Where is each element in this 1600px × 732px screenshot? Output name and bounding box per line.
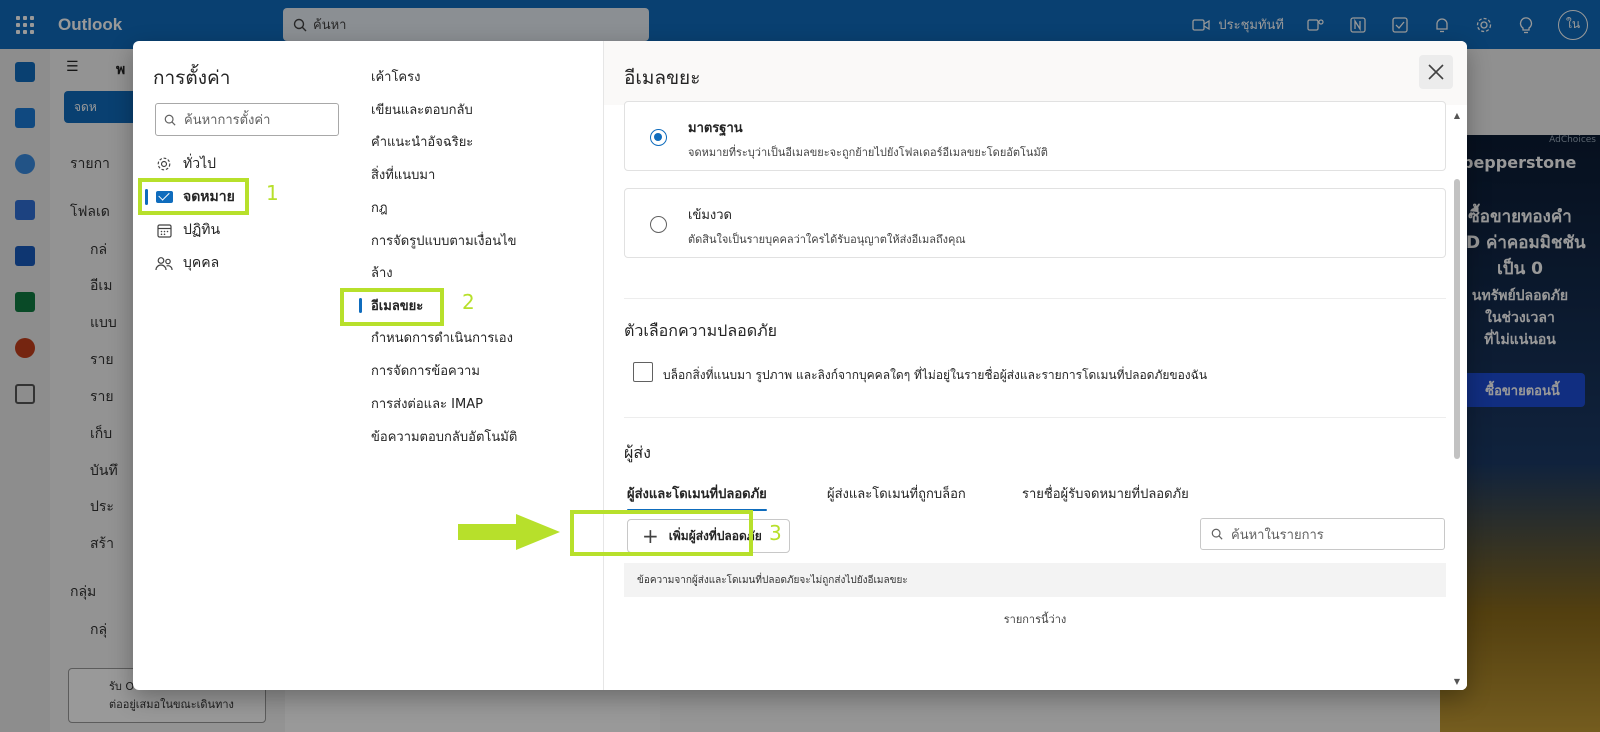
scroll-down-icon[interactable]: ▼	[1453, 677, 1461, 686]
divider	[624, 298, 1446, 299]
annotation-highlight-mail	[138, 178, 249, 215]
settings-dialog: การตั้งค่า ค้นหาการตั้งค่า ทั่วไป จดหมาย…	[133, 41, 1467, 690]
option-title: มาตรฐาน	[688, 121, 743, 136]
divider	[624, 417, 1446, 418]
category-label: ทั่วไป	[183, 156, 217, 172]
section-customize-actions[interactable]: กำหนดการดำเนินการเอง	[371, 325, 513, 349]
radio-strict[interactable]	[650, 216, 667, 233]
section-attachments[interactable]: สิ่งที่แนบมา	[371, 162, 435, 186]
section-layout[interactable]: เค้าโครง	[371, 64, 420, 88]
annotation-highlight-add-sender	[570, 510, 753, 556]
option-description: จดหมายที่ระบุว่าเป็นอีเมลขยะจะถูกย้ายไปย…	[688, 146, 1048, 159]
empty-list-text: รายการนี้ว่าง	[1003, 613, 1067, 626]
mail-sections: เค้าโครง เขียนและตอบกลับ คำแนะนำอัจฉริยะ…	[355, 41, 604, 690]
search-icon	[164, 114, 176, 126]
scroll-up-icon[interactable]: ▲	[1453, 111, 1461, 120]
scrollbar[interactable]: ▲ ▼	[1453, 111, 1461, 686]
close-button[interactable]	[1419, 55, 1453, 89]
tab-blocked-senders[interactable]: ผู้ส่งและโดเมนที่ถูกบล็อก	[827, 483, 966, 505]
filter-option-strict[interactable]: เข้มงวด ตัดสินใจเป็นรายบุคคลว่าใครได้รับ…	[624, 188, 1446, 258]
junk-email-panel: อีเมลขยะ มาตรฐาน จดหมายที่ระบุว่าเป็นอีเ…	[604, 41, 1467, 690]
annotation-highlight-junk	[340, 288, 444, 326]
tab-safe-senders[interactable]: ผู้ส่งและโดเมนที่ปลอดภัย	[627, 483, 767, 511]
filter-option-standard[interactable]: มาตรฐาน จดหมายที่ระบุว่าเป็นอีเมลขยะจะถู…	[624, 101, 1446, 171]
section-forwarding-imap[interactable]: การส่งต่อและ IMAP	[371, 391, 483, 415]
settings-categories: การตั้งค่า ค้นหาการตั้งค่า ทั่วไป จดหมาย…	[133, 41, 355, 690]
category-label: บุคคล	[183, 255, 220, 271]
section-message-handling[interactable]: การจัดการข้อความ	[371, 358, 480, 382]
radio-standard[interactable]	[650, 129, 667, 146]
panel-title: อีเมลขยะ	[624, 67, 701, 89]
section-sweep[interactable]: ล้าง	[371, 260, 393, 284]
settings-search-input[interactable]: ค้นหาการตั้งค่า	[155, 103, 339, 136]
panel-scroll-area[interactable]: มาตรฐาน จดหมายที่ระบุว่าเป็นอีเมลขยะจะถู…	[604, 101, 1467, 690]
annotation-arrow-icon	[458, 514, 560, 550]
senders-heading: ผู้ส่ง	[624, 443, 651, 462]
category-general[interactable]: ทั่วไป	[155, 149, 216, 179]
section-rules[interactable]: กฎ	[371, 195, 388, 219]
option-title: เข้มงวด	[688, 208, 732, 223]
category-people[interactable]: บุคคล	[155, 248, 219, 278]
safety-options-heading: ตัวเลือกความปลอดภัย	[624, 321, 778, 340]
annotation-number: 1	[266, 181, 279, 205]
calendar-icon	[155, 221, 173, 239]
search-icon	[1211, 528, 1223, 540]
info-bar: ข้อความจากผู้ส่งและโดเมนที่ปลอดภัยจะไม่ถ…	[624, 563, 1446, 597]
settings-title: การตั้งค่า	[153, 67, 231, 89]
gear-icon	[155, 155, 173, 173]
section-smart-suggestions[interactable]: คำแนะนำอัจฉริยะ	[371, 129, 473, 153]
list-search-placeholder: ค้นหาในรายการ	[1231, 527, 1324, 543]
people-icon	[155, 254, 173, 272]
annotation-number: 2	[462, 290, 475, 314]
block-attachments-label[interactable]: บล็อกสิ่งที่แนบมา รูปภาพ และลิงก์จากบุคค…	[663, 366, 1207, 385]
list-search-input[interactable]: ค้นหาในรายการ	[1200, 518, 1445, 550]
settings-search-placeholder: ค้นหาการตั้งค่า	[184, 113, 271, 128]
option-description: ตัดสินใจเป็นรายบุคคลว่าใครได้รับอนุญาตให…	[688, 233, 966, 246]
section-automatic-replies[interactable]: ข้อความตอบกลับอัตโนมัติ	[371, 424, 517, 448]
section-conditional-formatting[interactable]: การจัดรูปแบบตามเงื่อนไข	[371, 228, 517, 252]
scroll-thumb[interactable]	[1454, 179, 1460, 459]
annotation-number: 3	[769, 521, 782, 545]
block-attachments-checkbox[interactable]	[633, 362, 653, 382]
category-calendar[interactable]: ปฏิทิน	[155, 215, 220, 245]
tab-safe-mailing-lists[interactable]: รายชื่อผู้รับจดหมายที่ปลอดภัย	[1022, 483, 1189, 505]
close-icon	[1428, 64, 1444, 80]
section-compose-reply[interactable]: เขียนและตอบกลับ	[371, 97, 473, 121]
category-label: ปฏิทิน	[183, 222, 221, 238]
